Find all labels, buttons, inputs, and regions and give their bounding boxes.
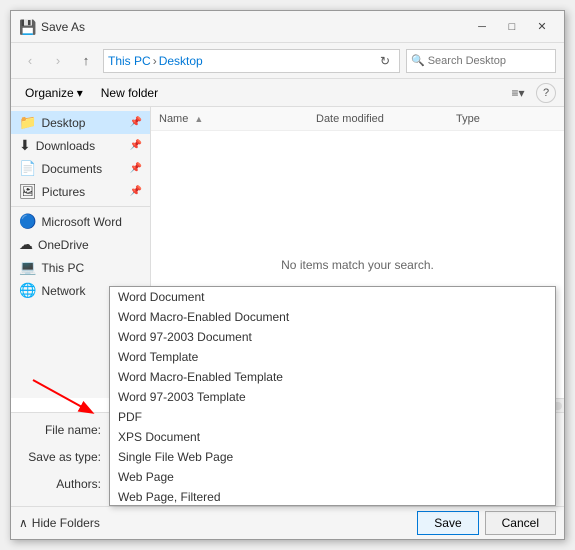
- col-date-label: Date modified: [316, 113, 384, 125]
- sidebar-item-desktop[interactable]: 📁 Desktop 📌: [11, 111, 150, 134]
- no-items-text: No items match your search.: [281, 258, 434, 272]
- title-bar-buttons: ─ □ ✕: [468, 17, 556, 37]
- pin-icon-downloads: 📌: [130, 140, 142, 151]
- close-button[interactable]: ✕: [528, 17, 556, 37]
- sidebar-item-label-thispc: This PC: [41, 261, 84, 275]
- dropdown-item-1[interactable]: Word Macro-Enabled Document: [110, 307, 555, 327]
- view-arrow: ▾: [518, 86, 524, 100]
- organize-button[interactable]: Organize ▾: [19, 84, 89, 102]
- sidebar-item-pictures[interactable]: 🖼 Pictures 📌: [11, 180, 150, 203]
- documents-icon: 📄: [19, 160, 36, 177]
- onedrive-icon: ☁: [19, 236, 33, 253]
- dropdown-item-8[interactable]: Single File Web Page: [110, 447, 555, 467]
- dropdown-item-5[interactable]: Word 97-2003 Template: [110, 387, 555, 407]
- up-button[interactable]: ↑: [75, 50, 97, 72]
- forward-button[interactable]: ›: [47, 50, 69, 72]
- savetype-label: Save as type:: [19, 450, 109, 464]
- pin-icon-documents: 📌: [130, 163, 142, 174]
- minimize-button[interactable]: ─: [468, 17, 496, 37]
- sidebar-item-onedrive[interactable]: ☁ OneDrive: [11, 233, 150, 256]
- desktop-icon: 📁: [19, 114, 36, 131]
- col-date-header[interactable]: Date modified: [316, 113, 456, 125]
- dropdown-item-7[interactable]: XPS Document: [110, 427, 555, 447]
- hide-folders-arrow: ∧: [19, 516, 28, 530]
- maximize-button[interactable]: □: [498, 17, 526, 37]
- sidebar-item-documents[interactable]: 📄 Documents 📌: [11, 157, 150, 180]
- view-button[interactable]: ≡ ▾: [506, 81, 530, 105]
- downloads-icon: ⬇: [19, 137, 31, 154]
- search-box[interactable]: 🔍: [406, 49, 556, 73]
- save-button[interactable]: Save: [417, 511, 478, 535]
- dropdown-item-2[interactable]: Word 97-2003 Document: [110, 327, 555, 347]
- dropdown-item-10[interactable]: Web Page, Filtered: [110, 487, 555, 506]
- dropdown-item-6[interactable]: PDF: [110, 407, 555, 427]
- thispc-icon: 💻: [19, 259, 36, 276]
- file-header: Name ▲ Date modified Type: [151, 107, 564, 131]
- sidebar-item-label-documents: Documents: [41, 162, 102, 176]
- new-folder-button[interactable]: New folder: [95, 84, 164, 102]
- word-icon: 🔵: [19, 213, 36, 230]
- sidebar-item-label-downloads: Downloads: [36, 139, 95, 153]
- dialog-title: Save As: [41, 20, 468, 34]
- dropdown-item-9[interactable]: Web Page: [110, 467, 555, 487]
- nav-toolbar: ‹ › ↑ This PC › Desktop ↻ 🔍: [11, 43, 564, 79]
- bottom-wrapper: File name: Save as type: Word Document ▾…: [11, 412, 564, 539]
- pin-icon-pictures: 📌: [130, 186, 142, 197]
- dialog-icon: 💾: [19, 19, 35, 35]
- filename-label: File name:: [19, 423, 109, 437]
- authors-label: Authors:: [19, 477, 109, 491]
- network-icon: 🌐: [19, 282, 36, 299]
- dropdown-item-0[interactable]: Word Document: [110, 287, 555, 307]
- sidebar-item-thispc[interactable]: 💻 This PC: [11, 256, 150, 279]
- sidebar-divider-1: [11, 206, 150, 207]
- sidebar-item-label-network: Network: [41, 284, 85, 298]
- back-button[interactable]: ‹: [19, 50, 41, 72]
- help-button[interactable]: ?: [536, 83, 556, 103]
- address-path: This PC › Desktop: [108, 54, 371, 68]
- sidebar-item-label-onedrive: OneDrive: [38, 238, 89, 252]
- title-bar: 💾 Save As ─ □ ✕: [11, 11, 564, 43]
- sidebar-item-downloads[interactable]: ⬇ Downloads 📌: [11, 134, 150, 157]
- dropdown-item-3[interactable]: Word Template: [110, 347, 555, 367]
- dropdown-item-4[interactable]: Word Macro-Enabled Template: [110, 367, 555, 387]
- hide-folders-row: ∧ Hide Folders Save Cancel: [11, 506, 564, 539]
- cancel-button[interactable]: Cancel: [485, 511, 556, 535]
- hide-folders-button[interactable]: ∧ Hide Folders: [19, 516, 100, 530]
- col-type-label: Type: [456, 113, 480, 125]
- col-type-header[interactable]: Type: [456, 113, 556, 125]
- save-as-dialog: 💾 Save As ─ □ ✕ ‹ › ↑ This PC › Desktop …: [10, 10, 565, 540]
- second-toolbar: Organize ▾ New folder ≡ ▾ ?: [11, 79, 564, 107]
- address-bar[interactable]: This PC › Desktop ↻: [103, 49, 400, 73]
- hide-folders-label: Hide Folders: [32, 516, 100, 530]
- sidebar-item-word[interactable]: 🔵 Microsoft Word: [11, 210, 150, 233]
- view-icon: ≡: [511, 86, 518, 100]
- col-name-header[interactable]: Name ▲: [159, 113, 316, 125]
- col-name-chevron: ▲: [194, 114, 203, 124]
- sidebar-item-label-pictures: Pictures: [42, 185, 85, 199]
- search-input[interactable]: [428, 55, 570, 67]
- path-sep1: ›: [153, 54, 157, 68]
- save-cancel-buttons: Save Cancel: [417, 511, 556, 535]
- new-folder-label: New folder: [101, 86, 158, 100]
- refresh-button[interactable]: ↻: [375, 51, 395, 71]
- pin-icon-desktop: 📌: [130, 117, 142, 128]
- search-icon: 🔍: [411, 54, 425, 67]
- sidebar-item-label-desktop: Desktop: [41, 116, 85, 130]
- path-thispc[interactable]: This PC: [108, 54, 151, 68]
- col-name-label: Name: [159, 113, 188, 125]
- organize-arrow: ▾: [77, 86, 83, 100]
- sidebar-item-label-word: Microsoft Word: [41, 215, 121, 229]
- savetype-dropdown[interactable]: Word Document Word Macro-Enabled Documen…: [109, 286, 556, 506]
- path-desktop[interactable]: Desktop: [159, 54, 203, 68]
- pictures-icon: 🖼: [19, 183, 37, 200]
- organize-label: Organize: [25, 86, 74, 100]
